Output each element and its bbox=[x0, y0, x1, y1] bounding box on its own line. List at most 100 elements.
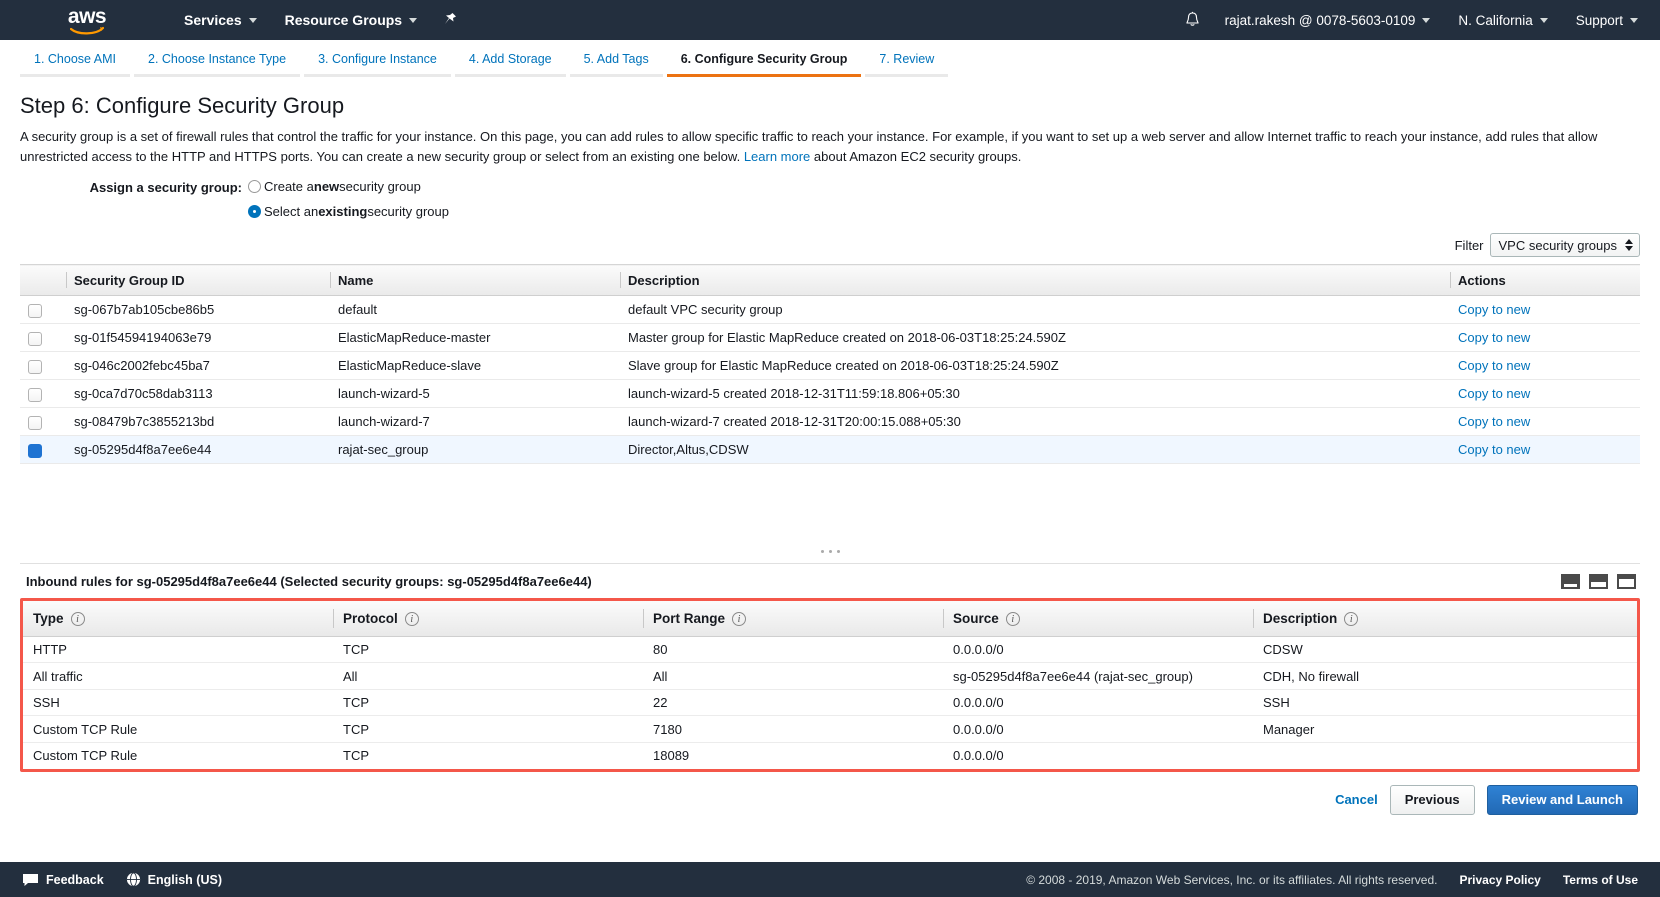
cell-security-group-id: sg-01f54594194063e79 bbox=[66, 323, 330, 353]
row-checkbox-cell[interactable] bbox=[20, 407, 66, 437]
column-header-type-label: Type bbox=[33, 610, 64, 626]
cell-actions: Copy to new bbox=[1450, 295, 1640, 325]
filter-select-value: VPC security groups bbox=[1498, 237, 1618, 253]
privacy-policy-link[interactable]: Privacy Policy bbox=[1459, 873, 1540, 887]
table-row: SSH TCP 22 0.0.0.0/0 SSH bbox=[23, 689, 1637, 717]
panel-layout-half-icon[interactable] bbox=[1589, 574, 1608, 590]
cell-actions: Copy to new bbox=[1450, 351, 1640, 381]
copy-to-new-link[interactable]: Copy to new bbox=[1458, 302, 1530, 317]
row-checkbox-cell[interactable] bbox=[20, 295, 66, 325]
nav-account-menu[interactable]: rajat.rakesh @ 0078-5603-0109 bbox=[1211, 0, 1445, 40]
table-row: All traffic All All sg-05295d4f8a7ee6e44… bbox=[23, 662, 1637, 690]
cell-source: 0.0.0.0/0 bbox=[943, 636, 1253, 664]
globe-icon bbox=[126, 872, 140, 887]
info-icon[interactable]: i bbox=[1005, 612, 1020, 627]
cell-protocol: TCP bbox=[333, 636, 643, 664]
radio-create-new-security-group[interactable]: Create a new security group bbox=[248, 179, 449, 194]
filter-select[interactable]: VPC security groups bbox=[1489, 233, 1640, 258]
row-checkbox-cell[interactable] bbox=[20, 379, 66, 409]
wizard-step-6[interactable]: 6. Configure Security Group bbox=[666, 52, 862, 77]
previous-button[interactable]: Previous bbox=[1389, 784, 1475, 815]
pin-icon[interactable] bbox=[443, 12, 458, 29]
cell-security-group-id: sg-046c2002febc45ba7 bbox=[66, 351, 330, 381]
aws-logo[interactable]: aws bbox=[48, 6, 126, 35]
copy-to-new-link[interactable]: Copy to new bbox=[1458, 442, 1530, 457]
row-checkbox-cell[interactable] bbox=[20, 351, 66, 381]
column-header-description[interactable]: Description bbox=[620, 264, 1450, 297]
wizard-step-3[interactable]: 3. Configure Instance bbox=[304, 52, 451, 77]
inbound-rules-body: HTTP TCP 80 0.0.0.0/0 CDSW All traffic A… bbox=[23, 636, 1637, 769]
updown-arrows-icon bbox=[1625, 239, 1633, 252]
cell-actions: Copy to new bbox=[1450, 435, 1640, 465]
row-checkbox-cell[interactable] bbox=[20, 323, 66, 353]
column-header-source: Source i bbox=[943, 601, 1253, 637]
panel-layout-large-icon[interactable] bbox=[1617, 574, 1636, 590]
nav-region-menu[interactable]: N. California bbox=[1444, 0, 1561, 40]
panel-splitter[interactable] bbox=[20, 542, 1640, 565]
language-selector[interactable]: English (US) bbox=[126, 872, 222, 887]
radio-select-existing-icon[interactable] bbox=[248, 205, 261, 219]
cell-protocol: TCP bbox=[333, 689, 643, 717]
bottom-bar-right: © 2008 - 2019, Amazon Web Services, Inc.… bbox=[1026, 873, 1660, 887]
assign-security-group-options: Create a new security group Select an ex… bbox=[248, 179, 449, 219]
wizard-step-4[interactable]: 4. Add Storage bbox=[454, 52, 566, 77]
row-checkbox[interactable] bbox=[28, 387, 42, 402]
table-row: Custom TCP Rule TCP 7180 0.0.0.0/0 Manag… bbox=[23, 715, 1637, 743]
feedback-button[interactable]: Feedback bbox=[22, 873, 104, 887]
copy-to-new-link[interactable]: Copy to new bbox=[1458, 358, 1530, 373]
cell-protocol: All bbox=[333, 662, 643, 690]
copy-to-new-link[interactable]: Copy to new bbox=[1458, 386, 1530, 401]
cell-name: ElasticMapReduce-master bbox=[330, 323, 620, 353]
speech-bubble-icon bbox=[23, 873, 38, 886]
table-row[interactable]: sg-0ca7d70c58dab3113 launch-wizard-5 lau… bbox=[20, 379, 1640, 409]
info-icon[interactable]: i bbox=[70, 612, 85, 627]
drag-handle-icon bbox=[820, 550, 840, 554]
navbar-left-group: Services Resource Groups bbox=[170, 0, 458, 40]
cell-actions: Copy to new bbox=[1450, 323, 1640, 353]
row-checkbox-cell[interactable] bbox=[20, 435, 66, 465]
review-and-launch-button[interactable]: Review and Launch bbox=[1486, 784, 1638, 815]
nav-services-menu[interactable]: Services bbox=[170, 0, 271, 40]
cell-port-range: All bbox=[643, 662, 943, 690]
table-row[interactable]: sg-08479b7c3855213bd launch-wizard-7 lau… bbox=[20, 407, 1640, 437]
wizard-step-5[interactable]: 5. Add Tags bbox=[569, 52, 663, 77]
table-row: HTTP TCP 80 0.0.0.0/0 CDSW bbox=[23, 636, 1637, 664]
cell-type: SSH bbox=[23, 689, 333, 717]
chevron-down-icon bbox=[1422, 17, 1431, 23]
row-checkbox[interactable] bbox=[28, 331, 42, 346]
learn-more-link[interactable]: Learn more bbox=[744, 149, 810, 164]
column-header-name[interactable]: Name bbox=[330, 264, 620, 297]
nav-support-menu[interactable]: Support bbox=[1562, 0, 1652, 40]
row-checkbox[interactable] bbox=[28, 415, 42, 430]
table-row[interactable]: sg-01f54594194063e79 ElasticMapReduce-ma… bbox=[20, 323, 1640, 353]
wizard-steps: 1. Choose AMI 2. Choose Instance Type 3.… bbox=[0, 40, 1660, 77]
radio-create-new-icon[interactable] bbox=[248, 180, 261, 194]
info-icon[interactable]: i bbox=[732, 612, 747, 627]
panel-layout-full-icon[interactable] bbox=[1561, 574, 1580, 590]
terms-of-use-link[interactable]: Terms of Use bbox=[1563, 873, 1638, 887]
cell-description: Master group for Elastic MapReduce creat… bbox=[620, 323, 1450, 353]
row-checkbox[interactable] bbox=[28, 303, 42, 318]
row-checkbox[interactable] bbox=[28, 359, 42, 374]
nav-resource-groups-menu[interactable]: Resource Groups bbox=[271, 0, 431, 40]
column-header-security-group-id[interactable]: Security Group ID bbox=[66, 264, 330, 297]
wizard-step-7[interactable]: 7. Review bbox=[865, 52, 949, 77]
wizard-step-1[interactable]: 1. Choose AMI bbox=[20, 52, 130, 77]
radio-select-existing-prefix: Select an bbox=[264, 204, 319, 220]
info-icon[interactable]: i bbox=[1344, 612, 1359, 627]
copy-to-new-link[interactable]: Copy to new bbox=[1458, 330, 1530, 345]
info-icon[interactable]: i bbox=[404, 612, 419, 627]
cancel-button[interactable]: Cancel bbox=[1335, 792, 1378, 807]
table-row[interactable]: sg-046c2002febc45ba7 ElasticMapReduce-sl… bbox=[20, 351, 1640, 381]
table-row-selected[interactable]: sg-05295d4f8a7ee6e44 rajat-sec_group Dir… bbox=[20, 435, 1640, 465]
wizard-step-2[interactable]: 2. Choose Instance Type bbox=[134, 52, 301, 77]
cell-protocol: TCP bbox=[343, 748, 369, 764]
cell-port-range: 7180 bbox=[643, 715, 943, 743]
chevron-down-icon bbox=[248, 17, 257, 23]
notifications-bell-icon[interactable] bbox=[1184, 11, 1201, 29]
row-checkbox-checked[interactable] bbox=[28, 443, 42, 458]
copy-to-new-link[interactable]: Copy to new bbox=[1458, 414, 1530, 429]
table-row[interactable]: sg-067b7ab105cbe86b5 default default VPC… bbox=[20, 295, 1640, 325]
radio-select-existing-security-group[interactable]: Select an existing security group bbox=[248, 204, 449, 219]
cell-type: HTTP bbox=[23, 636, 333, 664]
